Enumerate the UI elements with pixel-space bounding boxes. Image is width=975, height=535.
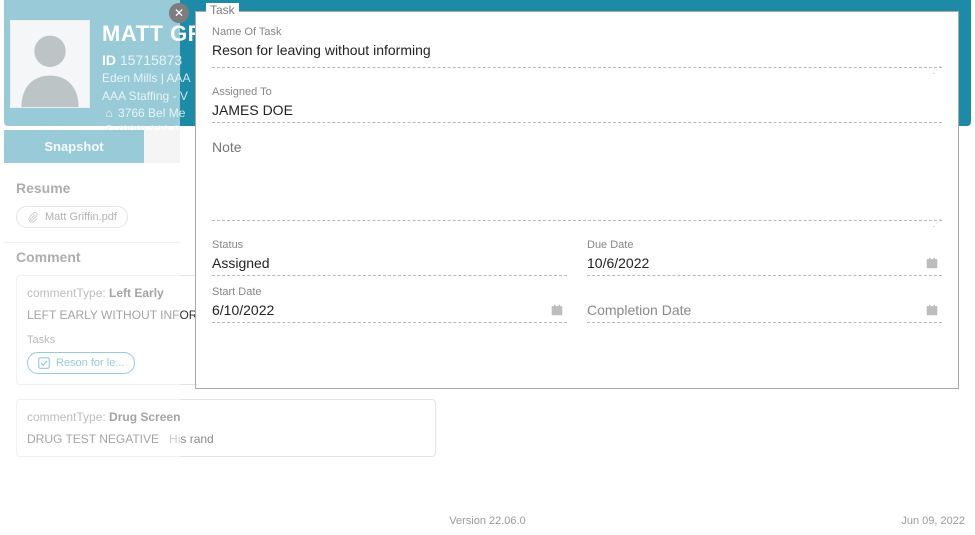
divider (4, 242, 180, 243)
history-back[interactable]: ‹ (34, 2, 40, 23)
comment-type: commentType: Drug Screen (27, 410, 425, 424)
due-date-input[interactable] (587, 253, 942, 276)
version-label: Version 22.06.0 (449, 515, 525, 527)
assigned-to-label: Assigned To (212, 86, 942, 98)
due-date-label: Due Date (587, 239, 942, 251)
task-modal: Task Name Of Task ⋰ Assigned To ⋰ Status (195, 11, 959, 389)
comment-section-title: Comment (16, 249, 168, 265)
status-label: Status (212, 239, 567, 251)
task-chip[interactable]: Reson for le... (27, 352, 135, 374)
modal-legend: Task (206, 3, 239, 17)
close-icon[interactable]: ✕ (169, 3, 189, 23)
resume-file-chip[interactable]: Matt Griffin.pdf (16, 206, 128, 228)
checkbox-icon (38, 357, 50, 369)
history-forward[interactable]: › (50, 2, 56, 23)
back-arrow[interactable]: ← (6, 2, 24, 23)
resume-file-name: Matt Griffin.pdf (45, 211, 117, 223)
note-input[interactable] (212, 133, 942, 221)
status-input[interactable] (212, 253, 567, 276)
comment-card: commentType: Drug Screen DRUG TEST NEGAT… (16, 399, 436, 457)
start-date-label: Start Date (212, 286, 567, 298)
attachment-icon (27, 211, 39, 223)
tab-bar: Snapshot (4, 130, 180, 163)
calendar-icon[interactable] (551, 303, 563, 315)
name-of-task-input[interactable] (212, 40, 942, 68)
tab-snapshot[interactable]: Snapshot (4, 130, 144, 163)
calendar-icon[interactable] (926, 256, 938, 268)
resume-section-title: Resume (16, 180, 168, 196)
avatar (10, 20, 90, 108)
assigned-to-input[interactable] (212, 100, 942, 123)
footer: Version 22.06.0 Jun 09, 2022 (0, 511, 975, 531)
start-date-input[interactable] (212, 300, 567, 323)
home-icon: ⌂ (102, 105, 116, 122)
name-of-task-label: Name Of Task (212, 26, 942, 38)
task-chip-label: Reson for le... (56, 357, 124, 369)
footer-date: Jun 09, 2022 (901, 515, 965, 527)
completion-date-input[interactable] (587, 300, 942, 323)
comment-body: DRUG TEST NEGATIVE His rand (27, 432, 425, 446)
calendar-icon[interactable] (926, 303, 938, 315)
